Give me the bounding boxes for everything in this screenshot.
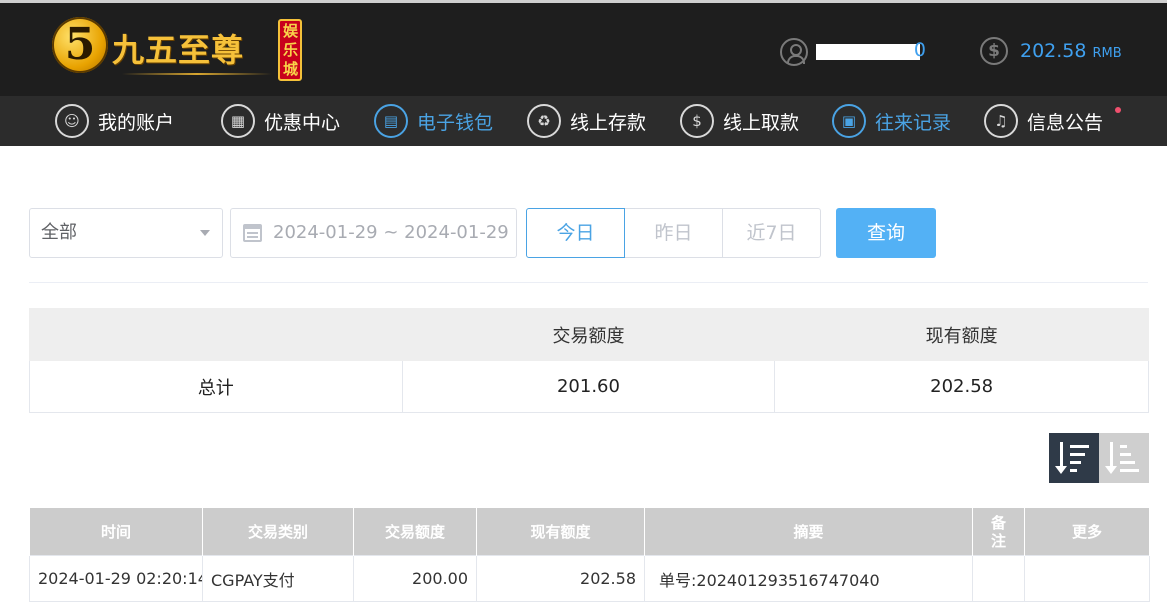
nav-e-wallet[interactable]: ▤ 电子钱包 [374, 104, 493, 138]
row-note [972, 555, 1025, 602]
divider [29, 282, 1148, 283]
site-logo[interactable]: 5 九五至尊 娱乐城 [52, 15, 304, 85]
date-range-picker[interactable]: 2024-01-29 ~ 2024-01-29 [230, 208, 517, 258]
user-info[interactable]: 0 [780, 37, 926, 67]
type-select-value: 全部 [41, 222, 77, 243]
sort-asc-icon [1105, 442, 1117, 474]
nav-online-deposit[interactable]: ♻ 线上存款 [527, 104, 646, 138]
date-range-value: 2024-01-29 ~ 2024-01-29 [273, 222, 509, 243]
col-more: 更多 [1024, 507, 1150, 556]
deposit-icon: ♻ [527, 104, 561, 138]
summary-row: 总计 201.60 202.58 [29, 360, 1149, 413]
records-icon: ▣ [832, 104, 866, 138]
main-nav: ☺ 我的账户 ▦ 优惠中心 ▤ 电子钱包 ♻ 线上存款 $ 线上取款 ▣ 往来记… [0, 96, 1167, 146]
top-header: 5 九五至尊 娱乐城 0 $ 202.58 RMB [0, 0, 1167, 96]
col-balance: 现有额度 [476, 507, 645, 556]
records-header-row: 时间 交易类别 交易额度 现有额度 摘要 备注 更多 [29, 507, 1150, 556]
summary-total-label: 总计 [29, 360, 403, 413]
nav-announcements[interactable]: ♫ 信息公告 [984, 104, 1103, 138]
notification-dot [1115, 107, 1121, 113]
row-more[interactable] [1024, 555, 1150, 602]
bell-icon: ♫ [984, 104, 1018, 138]
summary-total-amount: 201.60 [401, 360, 776, 413]
balance-currency: RMB [1092, 45, 1122, 61]
query-button[interactable]: 查询 [836, 208, 936, 258]
col-type: 交易类别 [202, 507, 354, 556]
nav-online-withdraw[interactable]: $ 线上取款 [680, 104, 799, 138]
user-icon: ☺ [55, 104, 89, 138]
row-type: CGPAY支付 [202, 555, 354, 602]
logo-emblem: 5 [52, 17, 108, 73]
quick-7days-button[interactable]: 近7日 [722, 208, 821, 258]
col-amount: 交易额度 [353, 507, 477, 556]
summary-table: 交易额度 现有额度 总计 201.60 202.58 [29, 308, 1149, 413]
chevron-down-icon [200, 230, 210, 236]
logo-ornament [122, 73, 272, 75]
sort-desc-icon [1055, 442, 1067, 474]
sort-toggle [1049, 433, 1149, 483]
summary-header-blank [29, 308, 403, 361]
logo-badge: 娱乐城 [278, 19, 302, 81]
row-time: 2024-01-29 02:20:14 [29, 555, 203, 602]
sort-desc-button[interactable] [1049, 433, 1099, 483]
quick-date-group: 今日 昨日 近7日 [526, 208, 823, 258]
wallet-icon: ▤ [374, 104, 408, 138]
gift-icon: ▦ [221, 104, 255, 138]
type-select[interactable]: 全部 [29, 208, 223, 258]
nav-transaction-records[interactable]: ▣ 往来记录 [832, 104, 951, 138]
user-icon [780, 38, 808, 66]
col-note: 备注 [972, 507, 1025, 556]
dollar-icon: $ [980, 37, 1008, 65]
summary-total-balance: 202.58 [774, 360, 1149, 413]
row-balance: 202.58 [476, 555, 645, 602]
summary-header-amount: 交易额度 [401, 308, 776, 361]
balance-info: $ 202.58 RMB [980, 37, 1122, 65]
records-table: 时间 交易类别 交易额度 现有额度 摘要 备注 更多 2024-01-29 02… [29, 507, 1150, 602]
row-amount: 200.00 [353, 555, 477, 602]
quick-today-button[interactable]: 今日 [526, 208, 625, 258]
nav-my-account[interactable]: ☺ 我的账户 [55, 104, 174, 138]
summary-header-row: 交易额度 现有额度 [29, 308, 1149, 361]
col-summary: 摘要 [644, 507, 973, 556]
col-time: 时间 [29, 507, 203, 556]
calendar-icon [243, 224, 262, 242]
nav-promotions[interactable]: ▦ 优惠中心 [221, 104, 340, 138]
username: 0 [814, 39, 926, 61]
sort-asc-button[interactable] [1099, 433, 1149, 483]
quick-yesterday-button[interactable]: 昨日 [624, 208, 723, 258]
table-row: 2024-01-29 02:20:14 CGPAY支付 200.00 202.5… [29, 555, 1150, 602]
summary-header-balance: 现有额度 [774, 308, 1149, 361]
username-tail: 0 [913, 39, 926, 61]
username-redaction [816, 44, 920, 60]
balance-value: 202.58 [1020, 40, 1087, 62]
row-summary: 单号:202401293516747040 [644, 555, 973, 602]
withdraw-icon: $ [680, 104, 714, 138]
logo-name: 九五至尊 [112, 31, 245, 69]
